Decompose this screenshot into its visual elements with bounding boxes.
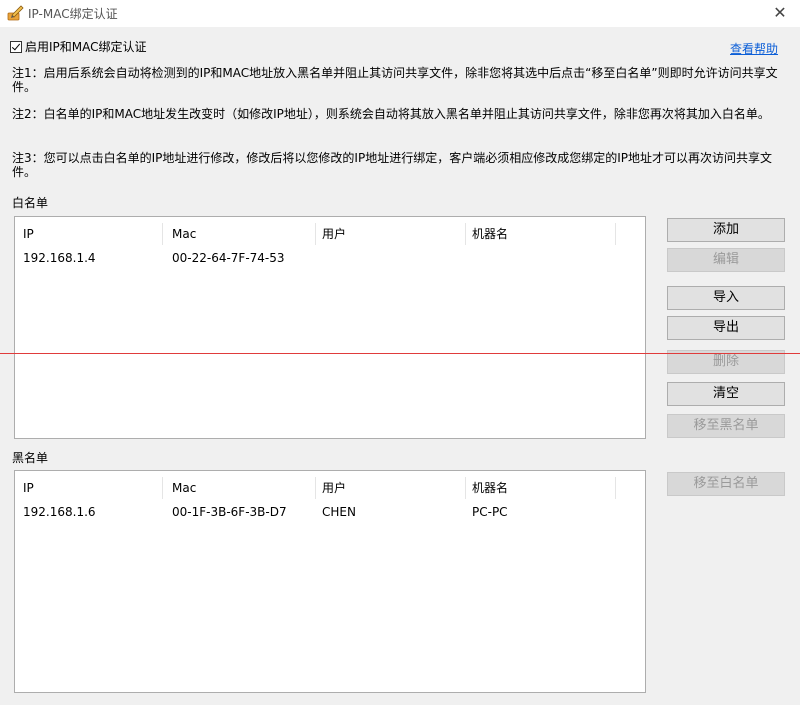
column-separator xyxy=(465,223,466,245)
whitelist-table[interactable]: IP Mac 用户 机器名 192.168.1.4 00-22-64-7F-74… xyxy=(14,216,646,439)
whitelist-label: 白名单 xyxy=(12,196,49,210)
help-link[interactable]: 查看帮助 xyxy=(730,40,778,57)
import-button[interactable]: 导入 xyxy=(667,286,785,310)
row-user[interactable]: CHEN xyxy=(322,505,356,519)
column-separator xyxy=(615,477,616,499)
blacklist-label: 黑名单 xyxy=(12,451,49,465)
note-2: 注2：白名单的IP和MAC地址发生改变时（如修改IP地址），则系统会自动将其放入… xyxy=(12,107,770,121)
blacklist-header-ip[interactable]: IP xyxy=(23,479,34,497)
blacklist-header-mac[interactable]: Mac xyxy=(172,479,196,497)
note-1: 注1：启用后系统会自动将检测到的IP和MAC地址放入黑名单并阻止其访问共享文件，… xyxy=(12,66,778,94)
blacklist-table[interactable]: IP Mac 用户 机器名 192.168.1.6 00-1F-3B-6F-3B… xyxy=(14,470,646,693)
blacklist-header-user[interactable]: 用户 xyxy=(322,479,346,497)
row-mac[interactable]: 00-1F-3B-6F-3B-D7 xyxy=(172,505,287,519)
export-button[interactable]: 导出 xyxy=(667,316,785,340)
row-mac[interactable]: 00-22-64-7F-74-53 xyxy=(172,251,285,265)
column-separator xyxy=(162,477,163,499)
title-bar: IP-MAC绑定认证 ✕ xyxy=(0,0,800,27)
column-separator xyxy=(162,223,163,245)
column-separator xyxy=(315,223,316,245)
whitelist-header-ip[interactable]: IP xyxy=(23,225,34,243)
red-guide-line xyxy=(0,353,800,354)
column-separator xyxy=(615,223,616,245)
enable-binding-row[interactable]: 启用IP和MAC绑定认证 xyxy=(10,38,147,55)
enable-binding-label[interactable]: 启用IP和MAC绑定认证 xyxy=(25,38,147,55)
clear-button[interactable]: 清空 xyxy=(667,382,785,406)
edit-button[interactable]: 编辑 xyxy=(667,248,785,272)
add-button[interactable]: 添加 xyxy=(667,218,785,242)
app-pencil-icon xyxy=(7,5,24,21)
row-ip[interactable]: 192.168.1.6 xyxy=(23,505,96,519)
move-to-blacklist-button[interactable]: 移至黑名单 xyxy=(667,414,785,438)
window-title: IP-MAC绑定认证 xyxy=(28,7,118,21)
column-separator xyxy=(465,477,466,499)
whitelist-header-machine[interactable]: 机器名 xyxy=(472,225,508,243)
row-machine[interactable]: PC-PC xyxy=(472,505,508,519)
whitelist-header-user[interactable]: 用户 xyxy=(322,225,346,243)
close-button[interactable]: ✕ xyxy=(770,3,790,23)
whitelist-header-mac[interactable]: Mac xyxy=(172,225,196,243)
move-to-whitelist-button[interactable]: 移至白名单 xyxy=(667,472,785,496)
column-separator xyxy=(315,477,316,499)
row-ip[interactable]: 192.168.1.4 xyxy=(23,251,96,265)
blacklist-header-machine[interactable]: 机器名 xyxy=(472,479,508,497)
note-3: 注3：您可以点击白名单的IP地址进行修改，修改后将以您修改的IP地址进行绑定，客… xyxy=(12,151,772,179)
enable-binding-checkbox[interactable] xyxy=(10,40,22,53)
